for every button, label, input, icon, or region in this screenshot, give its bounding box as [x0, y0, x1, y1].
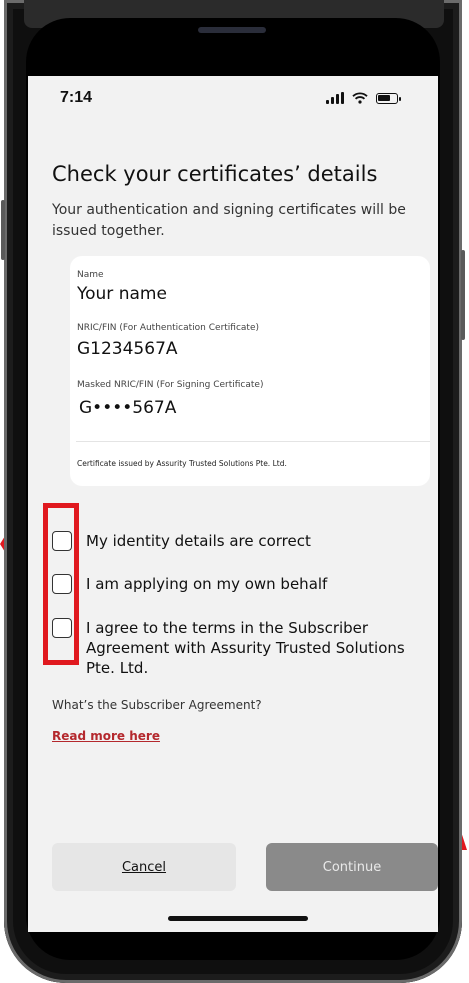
- name-value: Your name: [77, 284, 167, 304]
- agreement-question: What’s the Subscriber Agreement?: [52, 698, 262, 712]
- nric-label: NRIC/FIN (For Authentication Certificate…: [77, 323, 260, 333]
- continue-button[interactable]: Continue: [266, 843, 438, 891]
- identity-correct-label[interactable]: My identity details are correct: [86, 531, 311, 551]
- battery-icon: [376, 93, 401, 104]
- phone-side-button: [461, 250, 465, 340]
- card-divider: [76, 441, 430, 442]
- page-title: Check your certificates’ details: [52, 162, 378, 186]
- wifi-icon: [352, 92, 368, 104]
- agree-terms-label[interactable]: I agree to the terms in the Subscriber A…: [86, 618, 416, 678]
- certificate-details-card: Name Your name NRIC/FIN (For Authenticat…: [70, 256, 430, 486]
- page-subtitle: Your authentication and signing certific…: [52, 202, 406, 239]
- home-indicator: [168, 916, 308, 921]
- nric-value: G1234567A: [77, 339, 178, 359]
- masked-nric-label: Masked NRIC/FIN (For Signing Certificate…: [77, 380, 264, 390]
- issuer-text: Certificate issued by Assurity Trusted S…: [77, 459, 287, 468]
- speaker-grille: [198, 27, 266, 33]
- status-time: 7:14: [60, 89, 93, 106]
- read-more-link[interactable]: Read more here: [52, 729, 160, 743]
- phone-notch: [148, 18, 318, 48]
- cellular-signal-icon: [326, 92, 344, 104]
- own-behalf-label[interactable]: I am applying on my own behalf: [86, 574, 327, 594]
- name-label: Name: [77, 270, 104, 280]
- status-icons: [326, 92, 401, 104]
- checkbox-highlight-box: [43, 503, 79, 665]
- app-screen: 7:14 Check your certificates’ details Yo…: [28, 76, 438, 932]
- cancel-button[interactable]: Cancel: [52, 843, 236, 891]
- masked-nric-value: G••••567A: [79, 398, 177, 418]
- phone-side-button: [1, 200, 5, 260]
